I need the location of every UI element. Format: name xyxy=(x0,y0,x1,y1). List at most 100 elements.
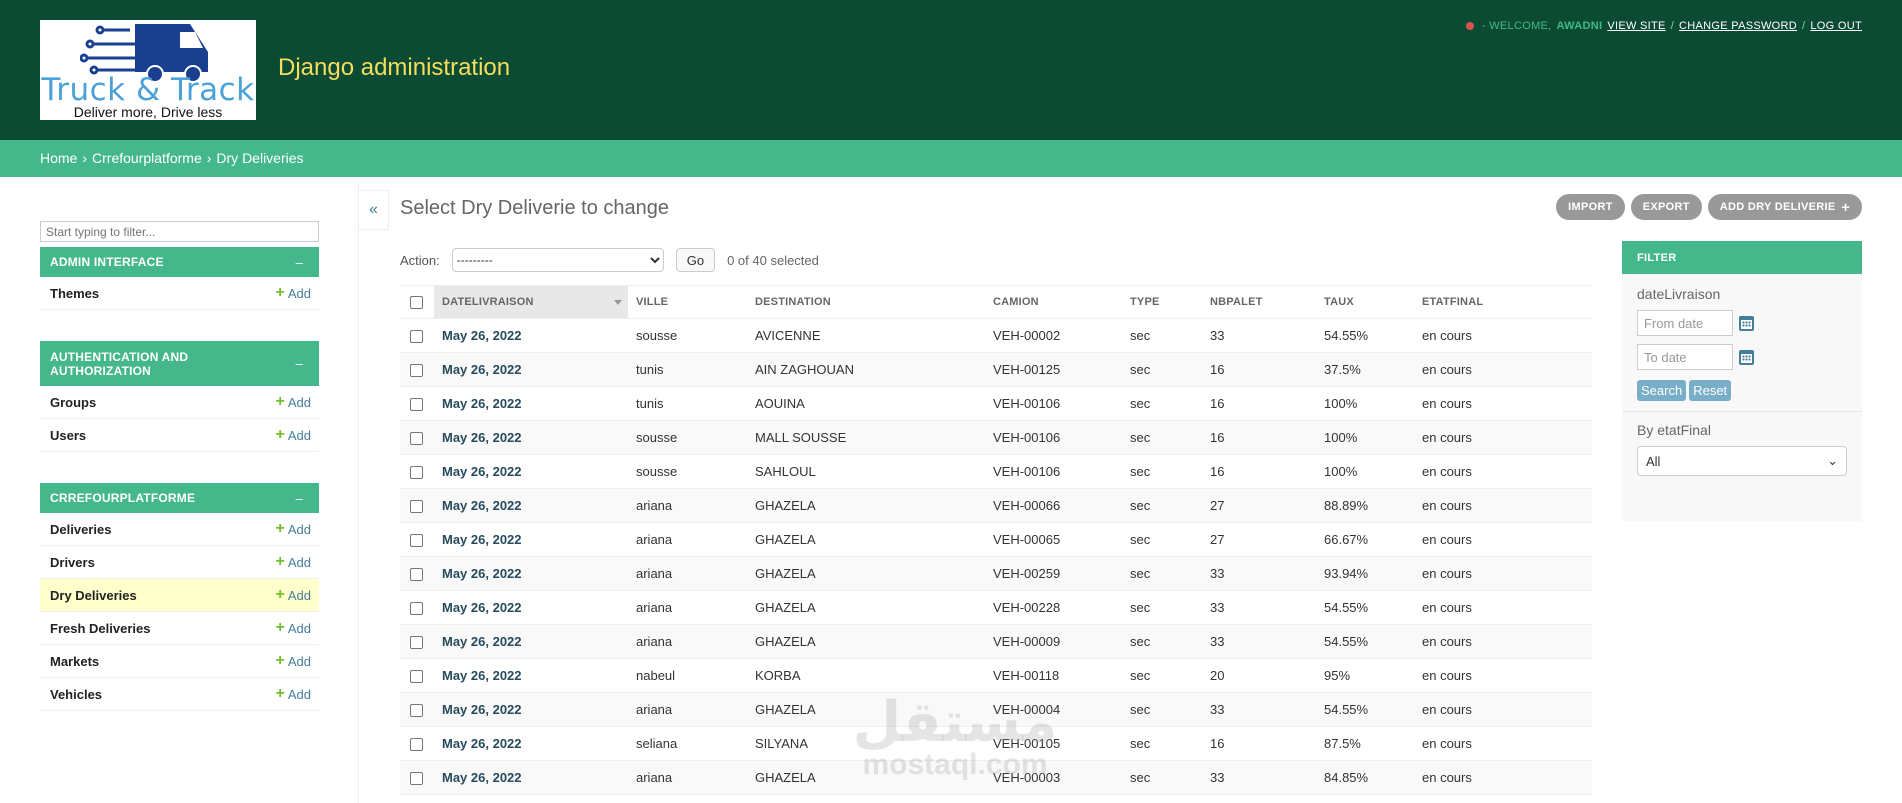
export-button[interactable]: EXPORT xyxy=(1630,194,1702,220)
row-checkbox[interactable] xyxy=(410,398,423,412)
row-checkbox[interactable] xyxy=(410,670,423,684)
sidebar-item-label[interactable]: Themes xyxy=(50,286,99,301)
breadcrumb-app[interactable]: Crrefourplatforme xyxy=(92,150,202,167)
cell-date[interactable]: May 26, 2022 xyxy=(434,420,628,455)
table-row[interactable]: May 26, 2022 nabeul KORBA VEH-00118 sec 20 95%… xyxy=(400,658,1592,693)
table-row[interactable]: May 26, 2022 ariana GHAZELA VEH-00066 sec 27 8… xyxy=(400,488,1592,523)
module-caption[interactable]: CRREFOURPLATFORME – xyxy=(40,483,319,513)
sidebar-item-groups[interactable]: Groups + Add xyxy=(40,386,319,419)
add-link[interactable]: + Add xyxy=(276,520,311,538)
column-header-camion[interactable]: CAMION xyxy=(985,285,1122,319)
breadcrumb-home[interactable]: Home xyxy=(40,150,77,167)
sort-arrow-icon[interactable] xyxy=(614,300,622,305)
sidebar-item-deliveries[interactable]: Deliveries + Add xyxy=(40,513,319,546)
from-date-input[interactable]: From date xyxy=(1637,310,1733,336)
row-checkbox[interactable] xyxy=(410,330,423,344)
calendar-icon[interactable] xyxy=(1739,315,1754,331)
table-row[interactable]: May 26, 2022 tunis AOUINA VEH-00106 sec 16 100… xyxy=(400,386,1592,421)
sidebar-item-users[interactable]: Users + Add xyxy=(40,419,319,452)
column-header-type[interactable]: TYPE xyxy=(1122,285,1202,319)
sidebar-item-dry-deliveries[interactable]: Dry Deliveries + Add xyxy=(40,579,319,612)
add-dry-deliverie-button[interactable]: ADD DRY DELIVERIE + xyxy=(1707,194,1862,220)
table-row[interactable]: May 26, 2022 seliana SILYANA VEH-00105 sec 16… xyxy=(400,726,1592,761)
select-all-checkbox[interactable] xyxy=(410,295,423,309)
add-link[interactable]: + Add xyxy=(276,685,311,703)
row-checkbox[interactable] xyxy=(410,738,423,752)
row-checkbox[interactable] xyxy=(410,772,423,786)
row-checkbox[interactable] xyxy=(410,364,423,378)
add-link[interactable]: + Add xyxy=(276,619,311,637)
add-link[interactable]: + Add xyxy=(276,393,311,411)
sidebar-item-label[interactable]: Vehicles xyxy=(50,687,102,702)
row-checkbox[interactable] xyxy=(410,602,423,616)
column-header-nbpalet[interactable]: NBPALET xyxy=(1202,285,1316,319)
sidebar-item-themes[interactable]: Themes + Add xyxy=(40,277,319,310)
add-link[interactable]: + Add xyxy=(276,284,311,302)
add-link[interactable]: + Add xyxy=(276,586,311,604)
table-row[interactable]: May 26, 2022 sousse AVICENNE VEH-00002 sec 33… xyxy=(400,318,1592,353)
row-checkbox[interactable] xyxy=(410,500,423,514)
cell-date[interactable]: May 26, 2022 xyxy=(434,692,628,727)
search-button[interactable]: Search xyxy=(1637,380,1687,401)
add-link[interactable]: + Add xyxy=(276,426,311,444)
row-checkbox[interactable] xyxy=(410,704,423,718)
row-checkbox[interactable] xyxy=(410,568,423,582)
row-checkbox[interactable] xyxy=(410,534,423,548)
sidebar-item-vehicles[interactable]: Vehicles + Add xyxy=(40,678,319,711)
cell-date[interactable]: May 26, 2022 xyxy=(434,590,628,625)
table-row[interactable]: May 26, 2022 ariana GHAZELA VEH-00003 sec 33 8… xyxy=(400,760,1592,795)
column-header-ville[interactable]: VILLE xyxy=(628,285,747,319)
table-row[interactable]: May 26, 2022 ariana GHAZELA VEH-00228 sec 33 5… xyxy=(400,590,1592,625)
cell-date[interactable]: May 26, 2022 xyxy=(434,556,628,591)
column-header-datelivraison[interactable]: DATELIVRAISON xyxy=(434,285,628,319)
module-caption[interactable]: ADMIN INTERFACE – xyxy=(40,247,319,277)
site-logo[interactable]: Truck & Track Deliver more, Drive less xyxy=(40,20,256,120)
sidebar-item-label[interactable]: Users xyxy=(50,428,86,443)
collapse-toggle-icon[interactable]: – xyxy=(296,491,309,506)
sidebar-item-label[interactable]: Groups xyxy=(50,395,96,410)
column-header-etatfinal[interactable]: ETATFINAL xyxy=(1414,285,1592,319)
table-row[interactable]: May 26, 2022 ariana GHAZELA VEH-00065 sec 27 6… xyxy=(400,522,1592,557)
sidebar-item-label[interactable]: Markets xyxy=(50,654,99,669)
to-date-input[interactable]: To date xyxy=(1637,344,1733,370)
cell-date[interactable]: May 26, 2022 xyxy=(434,726,628,761)
cell-date[interactable]: May 26, 2022 xyxy=(434,454,628,489)
site-name[interactable]: Django administration xyxy=(278,54,510,82)
nav-filter-input[interactable] xyxy=(40,221,319,242)
column-header-taux[interactable]: TAUX xyxy=(1316,285,1414,319)
sidebar-item-label[interactable]: Fresh Deliveries xyxy=(50,621,150,636)
row-checkbox[interactable] xyxy=(410,432,423,446)
table-row[interactable]: May 26, 2022 tunis AIN ZAGHOUAN VEH-00125 se… xyxy=(400,352,1592,387)
add-link[interactable]: + Add xyxy=(276,553,311,571)
cell-date[interactable]: May 26, 2022 xyxy=(434,624,628,659)
table-row[interactable]: May 26, 2022 sousse SAHLOUL VEH-00106 sec 16 1… xyxy=(400,454,1592,489)
row-checkbox[interactable] xyxy=(410,636,423,650)
cell-date[interactable]: May 26, 2022 xyxy=(434,760,628,795)
cell-date[interactable]: May 26, 2022 xyxy=(434,352,628,387)
import-button[interactable]: IMPORT xyxy=(1556,194,1625,220)
sidebar-item-markets[interactable]: Markets + Add xyxy=(40,645,319,678)
table-row[interactable]: May 26, 2022 ariana GHAZELA VEH-00009 sec 33 5… xyxy=(400,624,1592,659)
change-password-link[interactable]: CHANGE PASSWORD xyxy=(1679,20,1797,32)
sidebar-item-fresh-deliveries[interactable]: Fresh Deliveries + Add xyxy=(40,612,319,645)
cell-date[interactable]: May 26, 2022 xyxy=(434,522,628,557)
cell-date[interactable]: May 26, 2022 xyxy=(434,386,628,421)
sidebar-item-label[interactable]: Drivers xyxy=(50,555,95,570)
collapse-toggle-icon[interactable]: – xyxy=(296,255,309,270)
cell-date[interactable]: May 26, 2022 xyxy=(434,318,628,353)
module-caption[interactable]: AUTHENTICATION AND AUTHORIZATION – xyxy=(40,341,319,386)
sidebar-item-label[interactable]: Deliveries xyxy=(50,522,111,537)
go-button[interactable]: Go xyxy=(675,248,716,272)
calendar-icon[interactable] xyxy=(1739,349,1754,365)
table-row[interactable]: May 26, 2022 ariana GHAZELA VEH-00004 sec 33 5… xyxy=(400,692,1592,727)
add-link[interactable]: + Add xyxy=(276,652,311,670)
view-site-link[interactable]: VIEW SITE xyxy=(1607,20,1665,32)
etat-filter-select[interactable]: All ⌄ xyxy=(1637,446,1847,476)
collapse-toggle-icon[interactable]: – xyxy=(296,356,309,371)
table-row[interactable]: May 26, 2022 sousse MALL SOUSSE VEH-00106 se… xyxy=(400,420,1592,455)
row-checkbox[interactable] xyxy=(410,466,423,480)
cell-date[interactable]: May 26, 2022 xyxy=(434,488,628,523)
logout-link[interactable]: LOG OUT xyxy=(1810,20,1862,32)
sidebar-item-drivers[interactable]: Drivers + Add xyxy=(40,546,319,579)
table-row[interactable]: May 26, 2022 ariana GHAZELA VEH-00259 sec 33 9… xyxy=(400,556,1592,591)
